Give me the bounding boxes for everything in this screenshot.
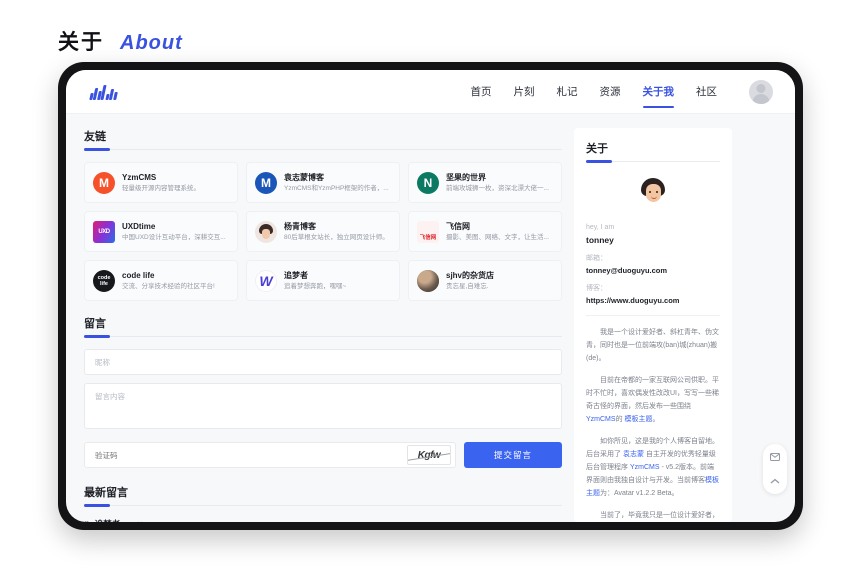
bio-inline-link[interactable]: YzmCMS	[586, 416, 616, 423]
friend-link-name: YzmCMS	[122, 172, 157, 182]
blog-value[interactable]: https://www.duoguyu.com	[586, 295, 720, 307]
sidebar-column: 关于 hey, I am tonney 邮箱： tonney@duoguyu.c…	[574, 128, 732, 522]
friend-link-logo-icon: W	[255, 269, 277, 292]
friend-link-logo-icon: M	[255, 171, 277, 194]
captcha-image[interactable]: Kgfw	[407, 445, 451, 465]
captcha-input[interactable]	[85, 443, 407, 467]
message-prefix: #	[84, 519, 89, 522]
friend-link-name: code life	[122, 270, 155, 280]
friend-link-name: UXDtime	[122, 221, 156, 231]
avatar	[636, 176, 670, 210]
friend-link-card[interactable]: UXD UXDtime 中国UXD设计互动平台，深耕交互...	[84, 211, 238, 252]
friend-link-card[interactable]: 飞信网 飞信网 摄影、美图、网络、文字，让生活...	[408, 211, 562, 252]
about-card: 关于 hey, I am tonney 邮箱： tonney@duoguyu.c…	[574, 128, 732, 522]
bio-paragraph: 我是一个设计爱好者、斜杠青年、伪文青，同时也是一位前端攻(ban)城(zhuan…	[586, 329, 719, 362]
device-frame: 首页 片刻 札记 资源 关于我 社区 友链 M YzmCMS 轻量级开源内容管理…	[58, 62, 803, 530]
nickname-input[interactable]	[84, 349, 562, 375]
friend-link-desc: 贵忘星,自难忘.	[446, 282, 489, 290]
friend-link-logo-icon: code life	[93, 269, 115, 292]
list-item[interactable]: # 追梦者 2天前	[84, 518, 562, 522]
bio-paragraph: 当前了，毕竟我只是一位设计爱好者，在审美设计上也有许多的缺陷和不足。如果你有一些…	[600, 512, 719, 519]
friend-links-grid: M YzmCMS 轻量级开源内容管理系统。 M 袁志蒙博客 YzmCMS和Yzm…	[84, 162, 562, 301]
friend-link-card[interactable]: W 追梦者 追着梦想奔跑，嘿嘿~	[246, 260, 400, 301]
blog-label: 博客：	[586, 285, 607, 292]
friend-link-desc: YzmCMS和YzmPHP框架的作者，...	[284, 184, 389, 192]
submit-message-button[interactable]: 提交留言	[464, 442, 562, 468]
bio-paragraph: 目前在帝都的一家互联网公司供职。平时不忙时，喜欢偶发性改改UI，写写一些稀奇古怪…	[586, 377, 719, 423]
nav-item-resources[interactable]: 资源	[600, 70, 621, 113]
nav-item-community[interactable]: 社区	[696, 70, 717, 113]
captcha-field-wrap: Kgfw	[84, 442, 456, 468]
nav-item-about[interactable]: 关于我	[642, 70, 674, 113]
friend-link-logo-icon: M	[93, 171, 115, 194]
friend-link-card[interactable]: 杨青博客 80后草根女站长，独立网页设计师。	[246, 211, 400, 252]
nav-links: 首页 片刻 札记 资源 关于我 社区	[471, 70, 773, 113]
friend-link-card[interactable]: sjhv的杂货店 贵忘星,自难忘.	[408, 260, 562, 301]
page-title: 关于 About	[58, 26, 183, 56]
friend-link-name: 杨青博客	[284, 221, 316, 231]
mail-icon[interactable]	[766, 449, 784, 465]
friend-link-desc: 摄影、美图、网络、文字，让生活...	[446, 233, 549, 241]
owner-name: tonney	[586, 235, 614, 245]
about-card-title: 关于	[586, 143, 608, 155]
friend-link-name: 飞信网	[446, 221, 470, 231]
friend-link-logo-icon: N	[417, 171, 439, 194]
friend-link-desc: 轻量级开源内容管理系统。	[122, 184, 200, 192]
message-time: 2天前	[126, 519, 143, 522]
bio-inline-link[interactable]: 袁志蒙	[623, 451, 644, 458]
nav-item-notes[interactable]: 札记	[557, 70, 578, 113]
nav-item-moments[interactable]: 片刻	[514, 70, 535, 113]
bio-inline-link[interactable]: YzmCMS	[630, 464, 660, 471]
floating-action-bar	[763, 444, 787, 494]
bio-paragraph: 如你所见，这是我的个人博客自留地。后台采用了 袁志蒙 自主开发的优秀轻量级后台管…	[586, 438, 719, 497]
friend-link-name: sjhv的杂货店	[446, 270, 495, 280]
user-avatar[interactable]	[749, 79, 773, 104]
main-column: 友链 M YzmCMS 轻量级开源内容管理系统。 M 袁志蒙博客 YzmCMS和…	[84, 128, 562, 522]
page-content: 友链 M YzmCMS 轻量级开源内容管理系统。 M 袁志蒙博客 YzmCMS和…	[66, 114, 795, 522]
guestbook-title: 留言	[84, 318, 106, 330]
friend-link-desc: 前端攻城狮一枚，资深北漂大佬一...	[446, 184, 549, 192]
page-title-cn: 关于	[58, 31, 104, 54]
latest-messages-title: 最新留言	[84, 487, 128, 499]
site-logo-icon[interactable]	[89, 84, 118, 100]
friend-link-desc: 追着梦想奔跑，嘿嘿~	[284, 282, 347, 290]
friend-link-name: 坚果的世界	[446, 172, 486, 182]
friend-link-logo-icon: 飞信网	[417, 220, 439, 243]
friend-link-card[interactable]: N 坚果的世界 前端攻城狮一枚，资深北漂大佬一...	[408, 162, 562, 203]
latest-messages-rule	[84, 504, 562, 507]
arrow-up-icon[interactable]	[766, 473, 784, 489]
email-value[interactable]: tonney@duoguyu.com	[586, 265, 720, 277]
bio-inline-link[interactable]: 模板主题	[625, 416, 653, 423]
friend-link-logo-icon	[255, 220, 277, 243]
friend-link-card[interactable]: M YzmCMS 轻量级开源内容管理系统。	[84, 162, 238, 203]
friend-links-rule	[84, 148, 562, 151]
captcha-row: Kgfw 提交留言	[84, 442, 562, 468]
about-card-rule	[586, 160, 720, 163]
greeting-text: hey, I am	[586, 224, 615, 231]
friend-link-desc: 交流、分享技术经验的社区平台!	[122, 282, 215, 290]
friend-links-title: 友链	[84, 131, 106, 143]
message-textarea[interactable]	[84, 383, 562, 429]
friend-link-name: 袁志蒙博客	[284, 172, 324, 182]
email-label: 邮箱：	[586, 255, 607, 262]
friend-link-name: 追梦者	[284, 270, 308, 280]
friend-link-card[interactable]: code life code life 交流、分享技术经验的社区平台!	[84, 260, 238, 301]
top-navbar: 首页 片刻 札记 资源 关于我 社区	[66, 70, 795, 114]
bio-inline-link[interactable]: 模板主题	[586, 477, 719, 497]
friend-link-desc: 80后草根女站长，独立网页设计师。	[284, 233, 389, 241]
page-title-en: About	[120, 32, 183, 54]
friend-link-logo-icon: UXD	[93, 220, 115, 243]
friend-link-logo-icon	[417, 269, 439, 292]
friend-link-desc: 中国UXD设计互动平台，深耕交互...	[122, 233, 226, 241]
browser-screen: 首页 片刻 札记 资源 关于我 社区 友链 M YzmCMS 轻量级开源内容管理…	[66, 70, 795, 522]
guestbook-rule	[84, 335, 562, 338]
friend-link-card[interactable]: M 袁志蒙博客 YzmCMS和YzmPHP框架的作者，...	[246, 162, 400, 203]
message-author: 追梦者	[95, 518, 121, 522]
nav-item-home[interactable]: 首页	[471, 70, 492, 113]
page-root: 关于 About 首页 片刻 札记 资源 关于我 社区 友链 M YzmCMS …	[0, 0, 860, 570]
sidebar-divider	[586, 315, 720, 316]
